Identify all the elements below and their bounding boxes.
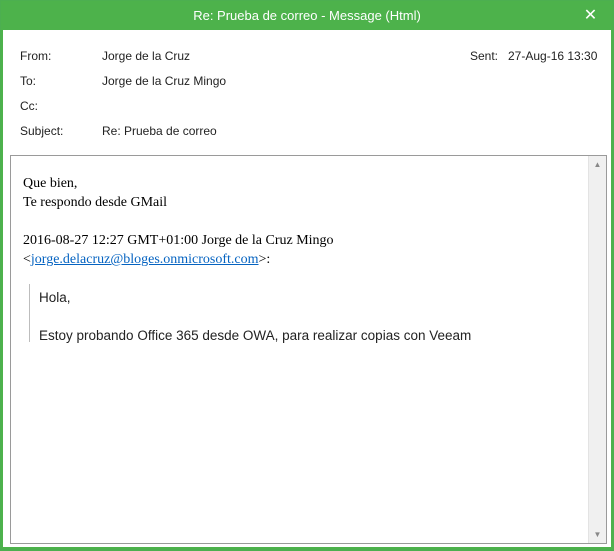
scroll-up-icon[interactable]: ▲ bbox=[589, 156, 606, 173]
scroll-down-icon[interactable]: ▼ bbox=[589, 526, 606, 543]
close-icon[interactable]: ✕ bbox=[568, 1, 613, 29]
vertical-scrollbar[interactable]: ▲ ▼ bbox=[588, 156, 606, 543]
body-line-2: Te respondo desde GMail bbox=[23, 195, 168, 210]
quote-intro: 2016-08-27 12:27 GMT+01:00 Jorge de la C… bbox=[23, 233, 334, 248]
email-open-bracket: < bbox=[23, 252, 31, 267]
to-value[interactable]: Jorge de la Cruz Mingo bbox=[102, 74, 226, 88]
title-bar[interactable]: Re: Prueba de correo - Message (Html) ✕ bbox=[1, 1, 613, 29]
email-link[interactable]: jorge.delacruz@bloges.onmicrosoft.com bbox=[31, 252, 259, 267]
quoted-text: Estoy probando Office 365 desde OWA, par… bbox=[39, 328, 472, 343]
message-client-area: From: Jorge de la Cruz Sent: 27-Aug-16 1… bbox=[3, 30, 611, 547]
quoted-message: Hola, Estoy probando Office 365 desde OW… bbox=[29, 284, 579, 343]
email-close-bracket: >: bbox=[258, 252, 271, 267]
sent-label: Sent: bbox=[470, 49, 499, 63]
subject-label: Subject: bbox=[20, 124, 64, 138]
message-body-content: Que bien, Te respondo desde GMail 2016-0… bbox=[23, 174, 583, 269]
quote-email-line: <jorge.delacruz@bloges.onmicrosoft.com>: bbox=[23, 250, 583, 269]
subject-value: Re: Prueba de correo bbox=[102, 124, 217, 138]
cc-label: Cc: bbox=[20, 99, 38, 113]
message-window: Re: Prueba de correo - Message (Html) ✕ … bbox=[1, 1, 613, 549]
from-label: From: bbox=[20, 49, 52, 63]
message-body[interactable]: Que bien, Te respondo desde GMail 2016-0… bbox=[10, 155, 607, 544]
body-line-1: Que bien, bbox=[23, 176, 78, 191]
to-label: To: bbox=[20, 74, 37, 88]
quoted-greeting: Hola, bbox=[39, 290, 71, 305]
window-title: Re: Prueba de correo - Message (Html) bbox=[193, 7, 421, 23]
sent-value: 27-Aug-16 13:30 bbox=[508, 49, 598, 63]
from-value[interactable]: Jorge de la Cruz bbox=[102, 49, 190, 63]
